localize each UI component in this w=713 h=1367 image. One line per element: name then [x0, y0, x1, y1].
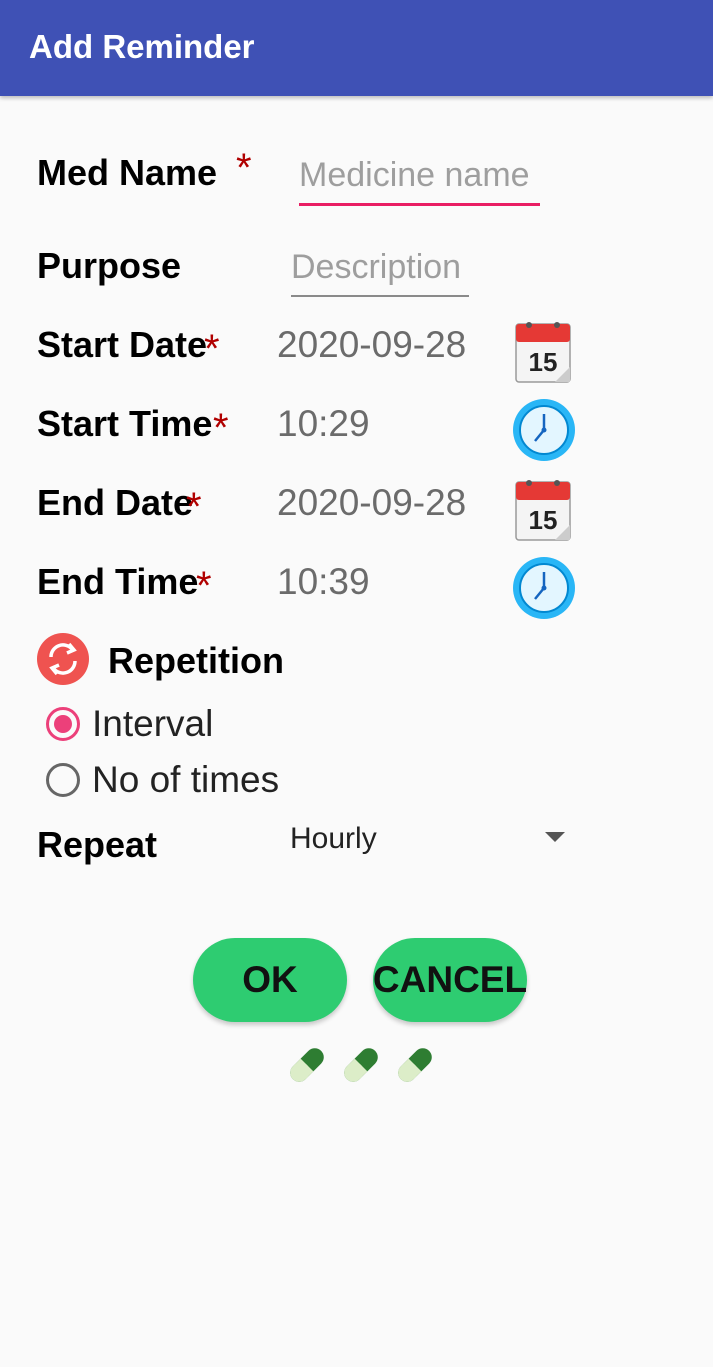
clock-icon[interactable]: [511, 555, 577, 626]
radio-button-checked[interactable]: [46, 707, 80, 741]
radio-no-of-times[interactable]: No of times: [46, 759, 279, 801]
purpose-input[interactable]: Description: [291, 248, 469, 297]
repeat-icon: [36, 632, 90, 691]
purpose-label: Purpose: [37, 245, 182, 286]
cancel-button[interactable]: CANCEL: [373, 938, 527, 1022]
repeat-label: Repeat: [37, 824, 158, 865]
radio-label: No of times: [92, 759, 280, 800]
repeat-dropdown[interactable]: Hourly: [290, 822, 377, 856]
pill-icon: [344, 1048, 378, 1082]
svg-text:15: 15: [529, 347, 558, 377]
radio-button[interactable]: [46, 763, 80, 797]
med-name-label: Med Name: [37, 152, 218, 193]
svg-text:15: 15: [529, 505, 558, 535]
pill-icon: [398, 1048, 432, 1082]
dropdown-arrow-icon[interactable]: [545, 832, 565, 842]
pill-decoration: [283, 1040, 439, 1090]
page-title: Add Reminder: [29, 28, 255, 65]
end-date-value[interactable]: 2020-09-28: [277, 482, 466, 524]
required-marker: *: [236, 146, 252, 190]
required-marker: *: [186, 485, 202, 529]
required-marker: *: [213, 406, 229, 450]
start-date-value[interactable]: 2020-09-28: [277, 324, 466, 366]
med-name-input[interactable]: Medicine name: [299, 156, 540, 206]
required-marker: *: [204, 327, 220, 371]
calendar-icon[interactable]: 15: [513, 476, 573, 547]
purpose-placeholder: Description: [291, 248, 462, 286]
radio-interval[interactable]: Interval: [46, 703, 213, 745]
radio-label: Interval: [92, 703, 214, 744]
start-time-value[interactable]: 10:29: [277, 403, 370, 445]
end-time-label: End Time: [37, 561, 199, 602]
app-bar: Add Reminder: [0, 0, 713, 96]
pill-icon: [290, 1048, 324, 1082]
calendar-icon[interactable]: 15: [513, 318, 573, 389]
ok-button[interactable]: OK: [193, 938, 347, 1022]
repetition-title: Repetition: [108, 640, 284, 681]
required-marker: *: [196, 564, 212, 608]
end-time-value[interactable]: 10:39: [277, 561, 370, 603]
end-date-label: End Date: [37, 482, 194, 523]
med-name-placeholder: Medicine name: [299, 156, 530, 194]
start-time-label: Start Time: [37, 403, 213, 444]
clock-icon[interactable]: [511, 397, 577, 468]
start-date-label: Start Date: [37, 324, 208, 365]
